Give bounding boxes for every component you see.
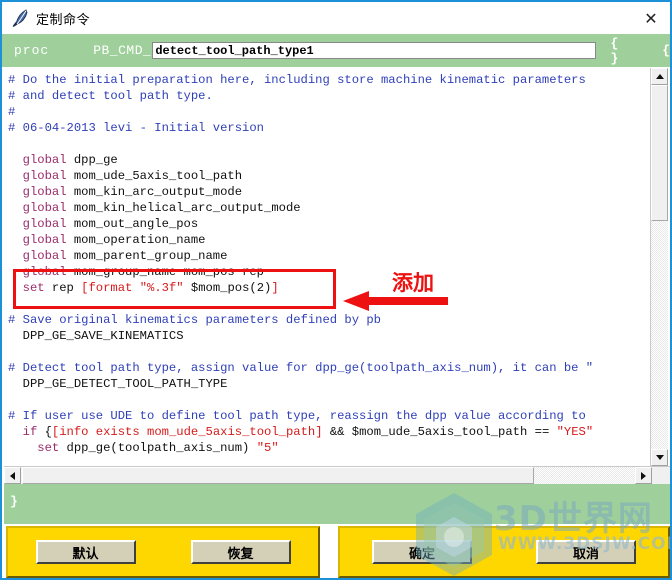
code-line: global mom_parent_group_name (22, 249, 228, 263)
feather-pen-icon (10, 7, 32, 29)
cancel-button[interactable]: 取消 (536, 540, 636, 564)
scrollbar-corner (652, 467, 670, 484)
default-button[interactable]: 默认 (35, 540, 136, 564)
scroll-up-icon[interactable] (651, 68, 668, 85)
scroll-down-icon[interactable] (651, 449, 668, 466)
close-icon[interactable]: ✕ (638, 6, 664, 30)
code-line: # 06-04-2013 levi - Initial version (8, 121, 264, 135)
code-line: global mom_kin_helical_arc_output_mode (22, 201, 301, 215)
vertical-scroll-thumb[interactable] (651, 85, 668, 221)
vertical-scroll-track[interactable] (651, 85, 668, 449)
restore-button[interactable]: 恢复 (190, 540, 291, 564)
code-line: # If user use UDE to define tool path ty… (8, 409, 586, 423)
code-line: global mom_kin_arc_output_mode (22, 185, 243, 199)
ok-button[interactable]: 确定 (372, 540, 472, 564)
scroll-left-icon[interactable] (4, 467, 21, 484)
code-line: global mom_ude_5axis_tool_path (22, 169, 243, 183)
code-line: if {[info exists mom_ude_5axis_tool_path… (22, 425, 594, 439)
scroll-right-icon[interactable] (635, 467, 652, 484)
code-line: # Do the initial preparation here, inclu… (8, 73, 586, 87)
code-line: global mom_out_angle_pos (22, 217, 199, 231)
code-line: global mom_operation_name (22, 233, 206, 247)
code-line: # Detect tool path type, assign value fo… (8, 361, 594, 375)
proc-keyword: proc (14, 43, 50, 58)
code-line: global mom_group_name mom_pos rep (22, 265, 265, 279)
horizontal-scroll-thumb[interactable] (22, 467, 534, 484)
proc-header-bar: proc PB_CMD_ { } { (2, 34, 670, 67)
proc-name-prefix: PB_CMD_ (93, 43, 152, 58)
left-button-bar: 默认 恢复 (6, 526, 320, 578)
closing-brace: } (10, 494, 18, 509)
code-text[interactable]: # Do the initial preparation here, inclu… (4, 68, 650, 466)
code-line: # Save original kinematics parameters de… (8, 313, 381, 327)
code-line: set dpp_ge(toolpath_axis_num) "5" (37, 441, 279, 455)
proc-brace-pair: { } (610, 35, 624, 66)
code-line: DPP_GE_DETECT_TOOL_PATH_TYPE (8, 377, 228, 391)
code-line: # and detect tool path type. (8, 89, 213, 103)
proc-footer-bar: } (4, 484, 670, 524)
code-line: global dpp_ge (22, 153, 118, 167)
code-line: DPP_GE_SAVE_KINEMATICS (8, 329, 184, 343)
right-button-bar: 确定 取消 (338, 526, 670, 578)
vertical-scrollbar[interactable] (650, 68, 668, 466)
custom-command-window: 定制命令 ✕ proc PB_CMD_ { } { # Do the initi… (0, 0, 672, 580)
code-line: # (8, 105, 16, 119)
title-bar: 定制命令 ✕ (2, 2, 670, 34)
window-title: 定制命令 (36, 12, 91, 28)
proc-brace-trailing: { (662, 43, 670, 58)
code-editor[interactable]: # Do the initial preparation here, inclu… (4, 68, 668, 466)
horizontal-scrollbar[interactable] (4, 466, 670, 484)
proc-name-input[interactable] (152, 42, 597, 59)
code-line: set rep [format "%.3f" $mom_pos(2)] (22, 281, 279, 295)
